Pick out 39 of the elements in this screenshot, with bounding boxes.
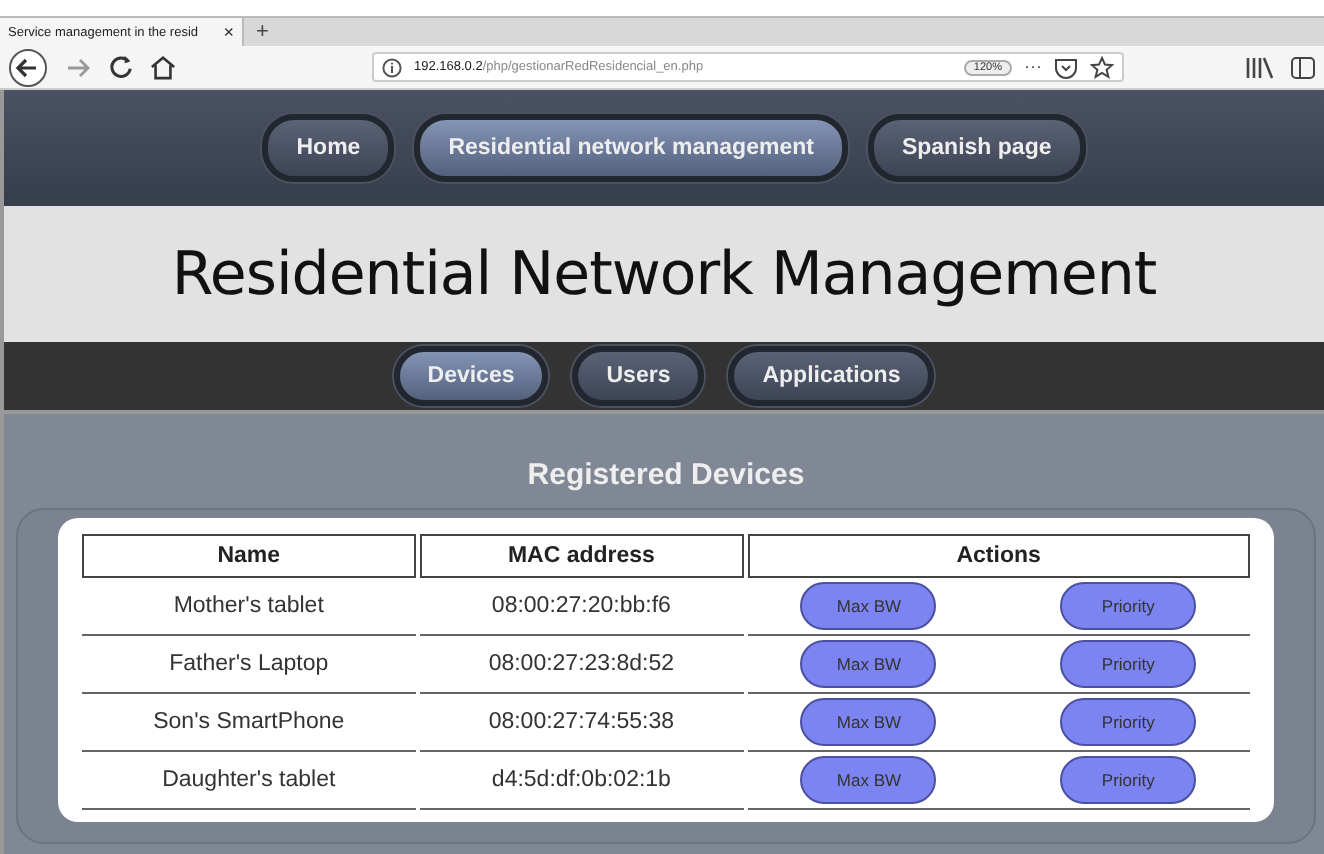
- forward-icon[interactable]: [64, 53, 92, 81]
- page-title: Residential Network Management: [171, 239, 1157, 309]
- table-cell: Father's Laptop: [82, 636, 416, 694]
- column-header: Name: [82, 534, 416, 578]
- close-icon[interactable]: ×: [223, 22, 234, 42]
- nav-button[interactable]: Residential network management: [414, 114, 848, 182]
- action-button[interactable]: Priority: [1060, 582, 1197, 630]
- action-button[interactable]: Max BW: [800, 640, 937, 688]
- section-title: Registered Devices: [525, 458, 807, 492]
- table-cell: Son's SmartPhone: [82, 694, 416, 752]
- table-cell: 08:00:27:74:55:38: [419, 694, 744, 752]
- library-icon[interactable]: [1246, 55, 1274, 79]
- table-cell: d4:5d:df:0b:02:1b: [419, 752, 744, 810]
- action-button[interactable]: Max BW: [800, 698, 937, 746]
- column-header: Actions: [747, 534, 1250, 578]
- sidebar-icon[interactable]: [1290, 55, 1316, 79]
- tab-button[interactable]: Users: [572, 346, 705, 406]
- column-header: MAC address: [419, 534, 744, 578]
- info-icon[interactable]: [382, 57, 402, 77]
- table-cell: Daughter's tablet: [82, 752, 416, 810]
- nav-button[interactable]: Home: [262, 114, 395, 182]
- action-button[interactable]: Priority: [1060, 698, 1197, 746]
- pocket-icon[interactable]: [1054, 55, 1078, 79]
- page-actions-button[interactable]: ···: [1024, 58, 1042, 76]
- action-button[interactable]: Priority: [1060, 756, 1197, 804]
- tab-button[interactable]: Applications: [728, 346, 935, 406]
- action-button[interactable]: Max BW: [800, 582, 937, 630]
- table-cell: 08:00:27:20:bb:f6: [419, 578, 744, 636]
- star-icon[interactable]: [1090, 55, 1114, 79]
- new-tab-button[interactable]: +: [244, 18, 281, 46]
- tab-button[interactable]: Devices: [393, 346, 549, 406]
- reload-icon[interactable]: [108, 54, 134, 80]
- action-button[interactable]: Priority: [1060, 640, 1197, 688]
- table-cell: Mother's tablet: [82, 578, 416, 636]
- back-icon[interactable]: [8, 47, 48, 87]
- home-icon[interactable]: [150, 54, 176, 80]
- action-button[interactable]: Max BW: [800, 756, 937, 804]
- nav-button[interactable]: Spanish page: [867, 114, 1086, 182]
- table-cell: 08:00:27:23:8d:52: [419, 636, 744, 694]
